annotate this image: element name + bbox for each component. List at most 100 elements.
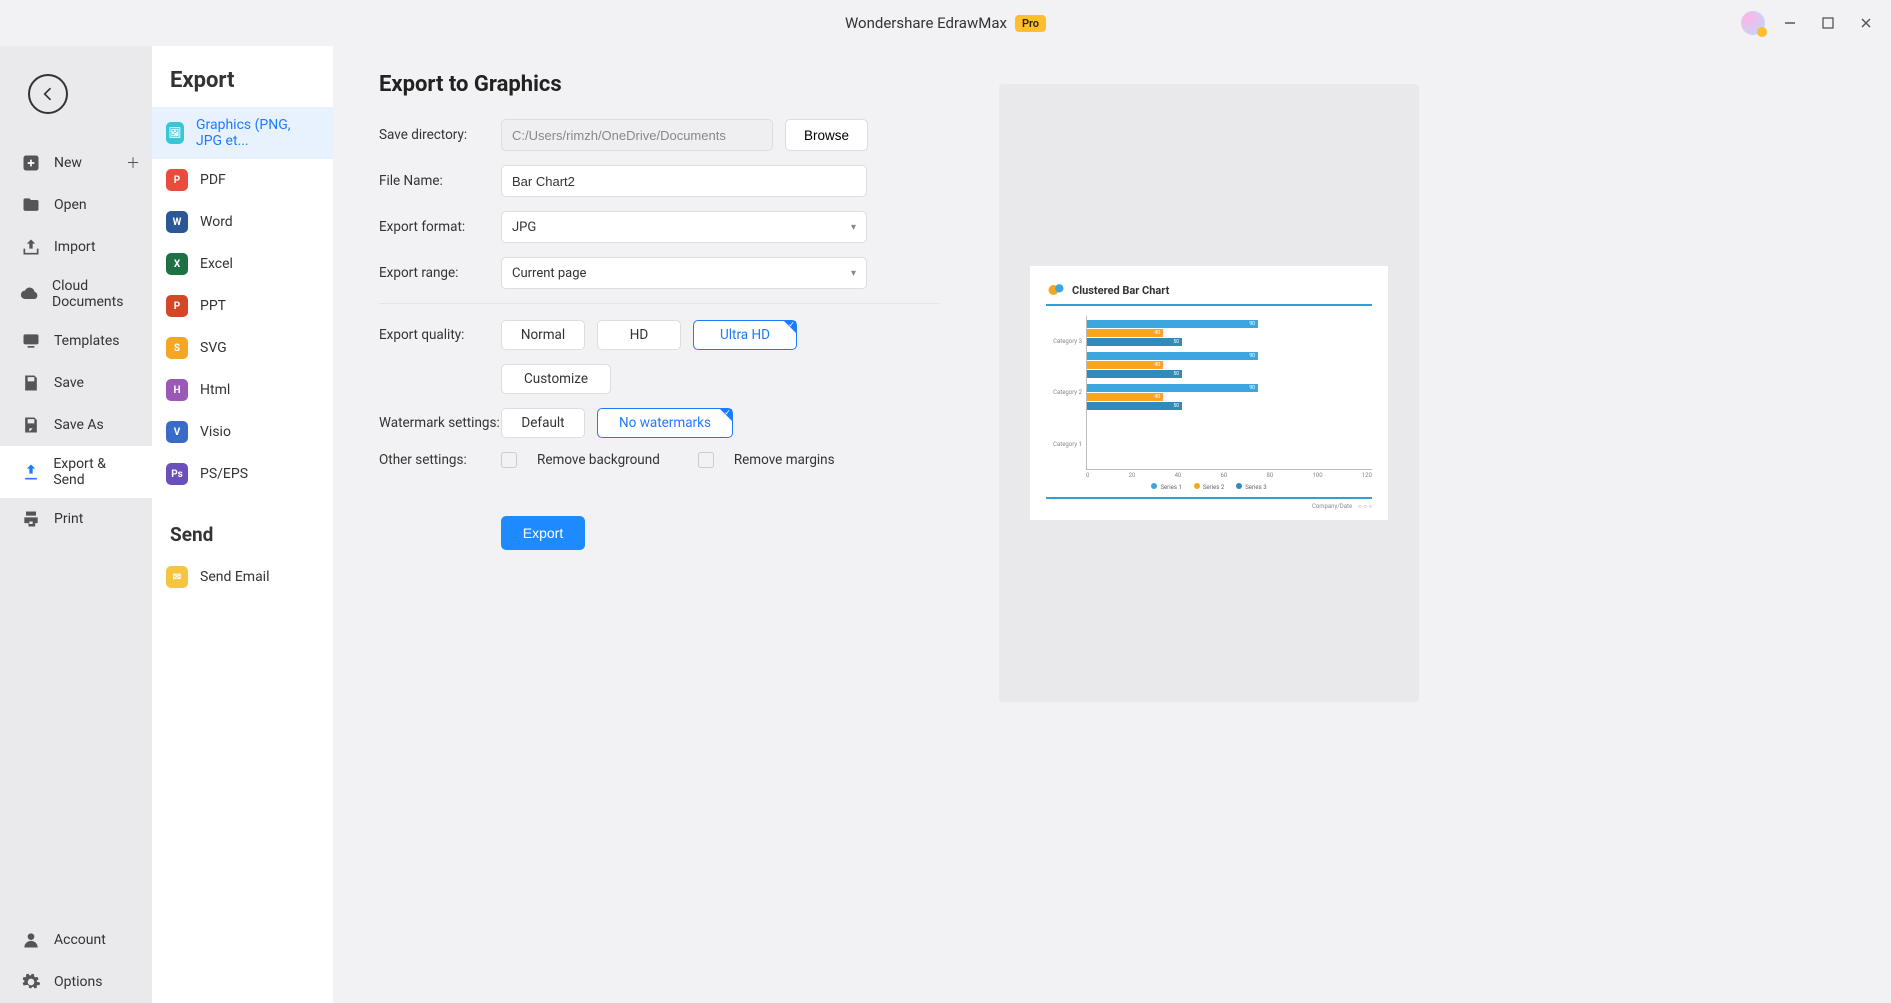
nav-import[interactable]: Import: [0, 226, 152, 268]
nav-save-label: Save: [54, 375, 84, 391]
nav-export[interactable]: Export & Send: [0, 446, 152, 498]
save-icon: [20, 372, 42, 394]
format-select[interactable]: JPG▾: [501, 211, 867, 243]
check-icon: [784, 321, 796, 333]
nav-export-label: Export & Send: [53, 456, 138, 488]
send-email-label: Send Email: [200, 569, 270, 585]
format-graphics[interactable]: 🖼 Graphics (PNG, JPG et...: [152, 107, 333, 159]
close-button[interactable]: [1853, 10, 1879, 36]
pdf-icon: P: [166, 169, 188, 191]
export-heading: Export: [152, 68, 333, 107]
user-avatar-icon[interactable]: [1741, 11, 1765, 35]
format-word[interactable]: W Word: [152, 201, 333, 243]
import-icon: [20, 236, 42, 258]
cloud-icon: [20, 283, 40, 305]
remove-margins-label: Remove margins: [734, 452, 835, 468]
format-excel-label: Excel: [200, 256, 233, 272]
excel-icon: X: [166, 253, 188, 275]
pro-badge: Pro: [1015, 15, 1046, 32]
nav-templates[interactable]: Templates: [0, 320, 152, 362]
image-icon: 🖼: [166, 122, 184, 144]
saveas-icon: [20, 414, 42, 436]
nav-cloud-label: Cloud Documents: [52, 278, 138, 310]
watermark-none[interactable]: No watermarks: [597, 408, 733, 438]
nav-templates-label: Templates: [54, 333, 120, 349]
nav-open-label: Open: [54, 197, 87, 213]
nav-save[interactable]: Save: [0, 362, 152, 404]
format-pseps[interactable]: PsPS/EPS: [152, 453, 333, 495]
folder-icon: [20, 194, 42, 216]
export-form: Export to Graphics Save directory: Brows…: [379, 72, 939, 977]
label-watermark: Watermark settings:: [379, 415, 501, 431]
save-dir-input: [501, 119, 773, 151]
plus-square-icon: [20, 152, 42, 174]
maximize-button[interactable]: [1815, 10, 1841, 36]
preview-pane: Clustered Bar Chart Category 3 Category …: [999, 84, 1419, 702]
html-icon: H: [166, 379, 188, 401]
export-icon: [20, 461, 41, 483]
word-icon: W: [166, 211, 188, 233]
quality-customize[interactable]: Customize: [501, 364, 611, 394]
nav-options[interactable]: Options: [0, 961, 152, 1003]
nav-account-label: Account: [54, 932, 106, 948]
nav-options-label: Options: [54, 974, 102, 990]
format-html[interactable]: H Html: [152, 369, 333, 411]
chart-title: Clustered Bar Chart: [1072, 284, 1169, 297]
visio-icon: V: [166, 421, 188, 443]
format-ppt[interactable]: PPPT: [152, 285, 333, 327]
quality-hd[interactable]: HD: [597, 320, 681, 350]
export-button[interactable]: Export: [501, 516, 585, 550]
check-icon: [720, 409, 732, 421]
format-word-label: Word: [200, 214, 233, 230]
format-excel[interactable]: X Excel: [152, 243, 333, 285]
label-other: Other settings:: [379, 452, 501, 468]
range-select[interactable]: Current page▾: [501, 257, 867, 289]
remove-bg-label: Remove background: [537, 452, 660, 468]
chevron-down-icon: ▾: [851, 222, 856, 233]
format-html-label: Html: [200, 382, 230, 398]
format-svg-label: SVG: [200, 340, 227, 356]
form-title: Export to Graphics: [379, 72, 939, 97]
file-name-input[interactable]: [501, 165, 867, 197]
label-quality: Export quality:: [379, 327, 501, 343]
export-sidebar: Export 🖼 Graphics (PNG, JPG et... P PDF WW…: [152, 46, 333, 1003]
format-pseps-label: PS/EPS: [200, 466, 248, 482]
format-pdf-label: PDF: [200, 172, 226, 188]
label-format: Export format:: [379, 219, 501, 235]
format-visio[interactable]: V Visio: [152, 411, 333, 453]
nav-account[interactable]: Account: [0, 919, 152, 961]
format-graphics-label: Graphics (PNG, JPG et...: [196, 117, 319, 149]
nav-new-label: New: [54, 155, 82, 171]
nav-print-label: Print: [54, 511, 83, 527]
nav-saveas-label: Save As: [54, 417, 104, 433]
gears-icon: [1046, 280, 1066, 300]
label-save-dir: Save directory:: [379, 127, 501, 143]
main-content: Export to Graphics Save directory: Brows…: [333, 46, 1891, 1003]
nav-saveas[interactable]: Save As: [0, 404, 152, 446]
remove-bg-checkbox[interactable]: [501, 452, 517, 468]
nav-open[interactable]: Open: [0, 184, 152, 226]
minimize-button[interactable]: [1777, 10, 1803, 36]
user-icon: [20, 929, 42, 951]
ppt-icon: P: [166, 295, 188, 317]
primary-sidebar: New ＋ Open Import Cloud Documents Templa…: [0, 46, 152, 1003]
nav-print[interactable]: Print: [0, 498, 152, 540]
browse-button[interactable]: Browse: [785, 119, 868, 151]
quality-ultra-hd[interactable]: Ultra HD: [693, 320, 797, 350]
quality-normal[interactable]: Normal: [501, 320, 585, 350]
chart-footer: Company/Date: [1312, 503, 1352, 510]
back-button[interactable]: [28, 74, 68, 114]
app-title: Wondershare EdrawMax: [845, 14, 1007, 32]
watermark-default[interactable]: Default: [501, 408, 585, 438]
nav-new[interactable]: New ＋: [0, 142, 152, 184]
format-pdf[interactable]: P PDF: [152, 159, 333, 201]
nav-import-label: Import: [54, 239, 96, 255]
format-svg[interactable]: SSVG: [152, 327, 333, 369]
add-icon[interactable]: ＋: [126, 153, 140, 173]
templates-icon: [20, 330, 42, 352]
remove-margins-checkbox[interactable]: [698, 452, 714, 468]
nav-cloud[interactable]: Cloud Documents: [0, 268, 152, 320]
label-range: Export range:: [379, 265, 501, 281]
format-visio-label: Visio: [200, 424, 231, 440]
send-email[interactable]: ✉Send Email: [152, 556, 333, 598]
